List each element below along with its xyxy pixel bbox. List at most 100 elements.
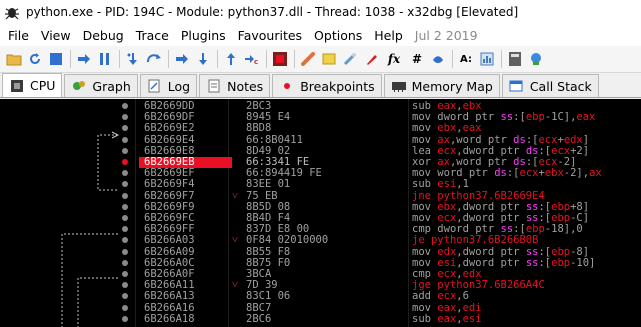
hash-icon[interactable]: # <box>409 51 425 67</box>
instruction-address: 6B266A03 <box>144 234 195 247</box>
labels-icon[interactable] <box>342 51 358 67</box>
mnemonic: add <box>412 290 431 303</box>
breakpoint-slot[interactable] <box>122 125 128 132</box>
pause-icon[interactable] <box>97 51 113 67</box>
breakpoint-slot[interactable] <box>122 293 128 300</box>
disassembly-view[interactable]: 6B2669DD 2BC3 sub eax,ebx 6B2669DF 8945 E4 mo… <box>0 99 641 327</box>
run-to-user-code-icon[interactable]: c <box>244 51 260 67</box>
tab-memory-map[interactable]: Memory Map <box>383 74 500 97</box>
run-icon[interactable] <box>76 51 92 67</box>
mnemonic: sub <box>412 100 431 112</box>
menu-view[interactable]: View <box>41 28 71 43</box>
breakpoint-dot-icon <box>279 79 294 94</box>
instruction-bytes: 8BC7 <box>246 301 272 314</box>
breakpoints-icon[interactable] <box>272 51 288 67</box>
breakpoint-slot[interactable] <box>122 103 128 109</box>
tab-graph[interactable]: Graph <box>64 74 138 97</box>
disasm-row[interactable]: 6B266A13 83C1 06 add ecx,6 <box>0 291 641 302</box>
toolbar-separator <box>70 50 71 68</box>
menu-bar: File View Debug Trace Plugins Favourites… <box>0 24 641 46</box>
breakpoint-slot[interactable] <box>122 237 128 244</box>
build-date[interactable]: Jul 2 2019 <box>415 28 478 43</box>
bookmarks-icon[interactable] <box>363 51 379 67</box>
tab-breakpoints[interactable]: Breakpoints <box>272 74 382 97</box>
breakpoint-slot[interactable] <box>122 259 128 266</box>
breakpoint-slot[interactable] <box>122 136 128 143</box>
trace-over-icon[interactable] <box>195 51 211 67</box>
disasm-row[interactable]: 6B266A18 2BC6 sub eax,esi <box>0 312 641 325</box>
jump-target[interactable]: python37.6B2669E4 <box>437 190 544 202</box>
breakpoint-slot[interactable] <box>122 304 128 311</box>
tab-notes[interactable]: Notes <box>199 74 271 97</box>
step-over-icon[interactable] <box>146 51 162 67</box>
breakpoint-slot[interactable] <box>122 226 128 233</box>
jump-target[interactable]: python37.6B266B0B <box>431 234 538 246</box>
patch-icon[interactable] <box>300 51 316 67</box>
disasm-row[interactable]: 6B2669EF 66:894419 FE mov word ptr ds:[ecx… <box>0 168 641 179</box>
breakpoint-slot[interactable] <box>122 192 128 199</box>
instruction-bytes: 83C1 06 <box>246 290 291 303</box>
breakpoint-slot[interactable] <box>122 203 128 210</box>
breakpoint-slot[interactable] <box>122 114 128 121</box>
breakpoint-slot[interactable] <box>122 181 128 188</box>
menu-file[interactable]: File <box>8 28 29 43</box>
breakpoint-slot[interactable] <box>122 215 128 221</box>
breakpoint-slot[interactable] <box>122 248 128 255</box>
script-icon[interactable] <box>479 51 495 67</box>
disasm-row[interactable]: 6B266A16 8BC7 mov eax,edi <box>0 301 641 314</box>
operands: edx,dword ptr ss:[ebp-8] <box>437 245 590 258</box>
variables-icon[interactable] <box>430 51 446 67</box>
disasm-row[interactable]: 6B266A0C 8B75 F0 mov esi,dword ptr ss:[ebp… <box>0 257 641 269</box>
stop-icon[interactable] <box>48 51 64 67</box>
menu-help[interactable]: Help <box>374 28 403 43</box>
toolbar-separator <box>501 50 502 68</box>
functions-icon[interactable]: fx <box>384 51 404 67</box>
disasm-row[interactable]: 6B2669DF 8945 E4 mov dword ptr ss:[ebp-1C]… <box>0 112 641 123</box>
instruction-address: 6B266A18 <box>144 312 195 325</box>
operands: ebx,dword ptr ss:[ebp+8] <box>437 200 590 213</box>
menu-options[interactable]: Options <box>314 28 362 43</box>
menu-debug[interactable]: Debug <box>83 28 124 43</box>
trace-into-icon[interactable] <box>174 51 190 67</box>
breakpoint-marker[interactable] <box>122 159 128 165</box>
operands: dword ptr ss:[ebp-18],0 <box>437 223 583 236</box>
disasm-row[interactable]: 6B266A11 ˅ 7D 39 jge python37.6B266A4C <box>0 280 641 291</box>
instruction-address: 6B266A09 <box>144 245 195 258</box>
breakpoint-slot[interactable] <box>122 282 128 289</box>
toolbar-separator <box>217 50 218 68</box>
instruction-address: 6B2669F7 <box>144 189 195 202</box>
jump-target[interactable]: python37.6B266A4C <box>437 279 544 291</box>
instruction-address: 6B2669F4 <box>144 178 195 191</box>
calculator-icon[interactable] <box>507 51 523 67</box>
font-icon[interactable]: A: <box>458 51 474 67</box>
about-icon[interactable] <box>528 51 544 67</box>
menu-plugins[interactable]: Plugins <box>181 28 226 43</box>
toolbar-separator <box>294 50 295 68</box>
breakpoint-slot[interactable] <box>122 315 128 322</box>
tab-call-stack[interactable]: Call Stack <box>501 74 599 97</box>
menu-favourites[interactable]: Favourites <box>238 28 302 43</box>
disasm-row[interactable]: 6B266A0F 3BCA cmp ecx,edx <box>0 269 641 280</box>
comments-icon[interactable] <box>321 51 337 67</box>
jump-indicator-icon: ˅ <box>232 189 238 202</box>
instruction-bytes: 83EE 01 <box>246 178 291 191</box>
operands: word ptr ds:[ecx+ebx-2],ax <box>437 167 602 180</box>
open-icon[interactable] <box>6 51 22 67</box>
tab-log-label: Log <box>167 78 191 94</box>
disasm-row[interactable]: 6B2669F4 83EE 01 sub esi,1 <box>0 179 641 190</box>
jump-indicator-icon: ˅ <box>232 279 238 292</box>
breakpoint-slot[interactable] <box>122 170 128 177</box>
mnemonic: jne <box>412 189 431 202</box>
breakpoint-slot[interactable] <box>122 147 128 154</box>
breakpoint-slot[interactable] <box>122 271 128 277</box>
tab-log[interactable]: Log <box>139 74 198 97</box>
instruction-bytes: 75 EB <box>246 189 278 202</box>
step-into-icon[interactable] <box>125 51 141 67</box>
menu-trace[interactable]: Trace <box>136 28 169 43</box>
toolbar-separator <box>168 50 169 68</box>
tab-cpu[interactable]: CPU <box>2 73 63 97</box>
instruction-bytes: 8B55 F8 <box>246 245 291 258</box>
restart-icon[interactable] <box>27 51 43 67</box>
execute-till-return-icon[interactable] <box>223 51 239 67</box>
mnemonic: cmp <box>412 223 431 236</box>
